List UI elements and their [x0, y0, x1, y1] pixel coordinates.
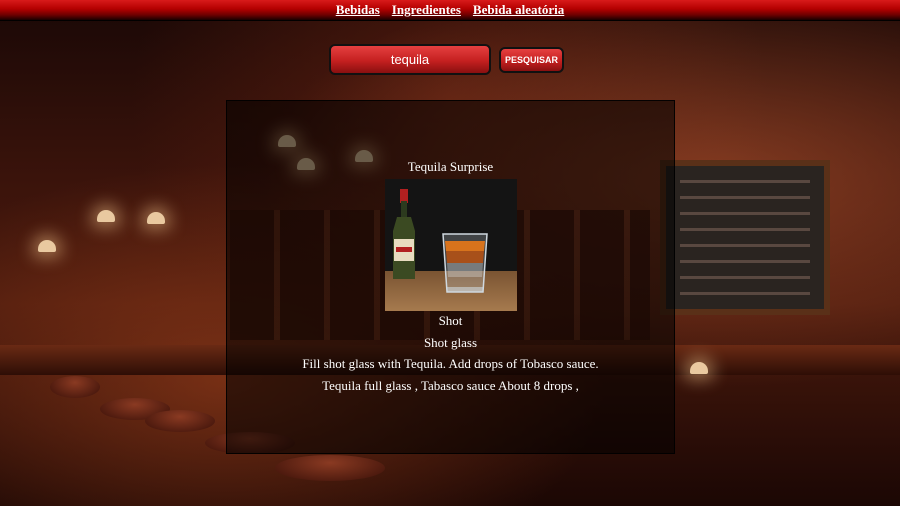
- drink-name: Tequila Surprise: [407, 159, 494, 174]
- drink-result-card: Tequila Surprise Shot Shot glass Fill sh…: [226, 100, 675, 454]
- search-bar: PESQUISAR: [0, 44, 900, 76]
- top-nav: Bebidas Ingredientes Bebida aleatória: [0, 0, 900, 20]
- search-button[interactable]: PESQUISAR: [499, 47, 564, 73]
- nav-link-bebidas[interactable]: Bebidas: [336, 2, 380, 17]
- drink-instructions: Fill shot glass with Tequila. Add drops …: [302, 356, 599, 371]
- drink-photo: [385, 179, 517, 311]
- nav-link-bebida-aleatoria[interactable]: Bebida aleatória: [473, 2, 564, 17]
- search-input[interactable]: [329, 44, 491, 75]
- drink-ingredients: Tequila full glass , Tabasco sauce About…: [322, 378, 579, 393]
- drink-category: Shot: [438, 313, 463, 328]
- nav-link-ingredientes[interactable]: Ingredientes: [392, 2, 461, 17]
- drink-glass: Shot glass: [423, 335, 478, 350]
